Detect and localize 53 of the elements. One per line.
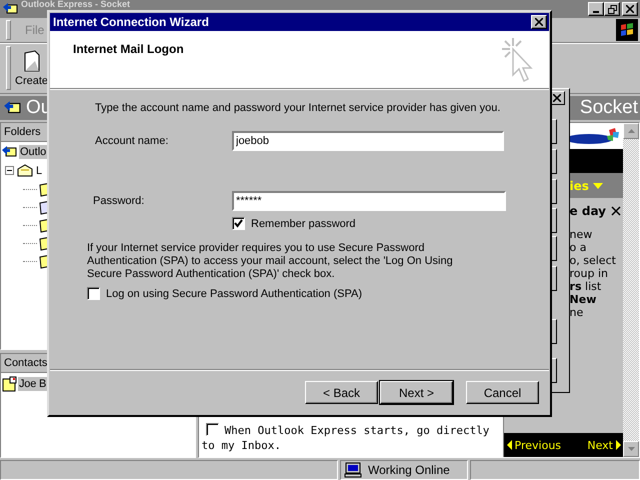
right-arrow-icon [616,440,621,450]
scrollbar[interactable] [623,123,639,457]
instruction-text: Type the account name and password your Internet service provider has given you. [95,102,502,114]
contact-item[interactable]: Joe B [18,377,48,391]
tip-text: new [570,228,594,241]
spa-description: If your Internet service provider requires you to use Secure Password Authentication (SPA) to access your mail account, select the 'Log On Using Secure Password Authentication (SPA)' check box. [87,242,454,281]
tree-item[interactable]: L [36,164,42,176]
tip-text: o, select [570,254,617,267]
password-field[interactable]: ****** [232,191,506,211]
close-button[interactable] [531,15,547,29]
scroll-up-icon [628,129,634,133]
checkbox[interactable] [232,217,245,230]
close-icon [626,5,634,13]
header-location: Socket [580,97,638,119]
restore-button[interactable] [604,2,620,16]
field-label: Password: [93,195,146,207]
restore-icon [608,4,616,14]
section-title[interactable]: ies [570,178,589,192]
left-arrow-icon [506,440,512,450]
close-icon[interactable] [611,206,621,216]
tip-text: ne [570,306,584,319]
toolbar-button[interactable]: Create [15,49,48,87]
mailbox-icon [16,162,34,178]
windows-logo-icon [616,19,638,41]
close-icon [535,18,543,26]
dialog-button[interactable]: < Back [305,381,378,404]
tip-text: New [570,293,598,306]
checkbox-label: Log on using Secure Password Authentication (SPA) [106,288,362,300]
dropdown-arrow-icon [592,182,603,188]
next-link[interactable]: Next [587,438,621,452]
tip-text: rs list [570,280,602,293]
app-icon [1,144,17,160]
close-button[interactable] [622,2,638,16]
inbox-option[interactable]: When Outlook Express starts, go directly to my Inbox. [198,423,503,457]
tip-text: o a [570,241,588,254]
checkbox-label: Remember password [251,218,356,230]
close-icon [553,94,561,102]
dialog-button[interactable]: Cancel [466,381,539,404]
page-heading: Internet Mail Logon [73,42,184,56]
account-name-field[interactable]: joebob [232,131,504,151]
previous-link[interactable]: Previous [506,438,562,452]
dialog-button[interactable]: Next > [380,381,453,404]
window-title: Outlook Express - Socket [21,0,130,9]
tip-text: roup in [570,267,610,280]
minimize-button[interactable] [588,2,604,16]
checkbox[interactable] [87,287,100,300]
dialog-title: Internet Connection Wizard [53,15,209,29]
tip-title: e day [570,204,606,218]
collapse-toggle[interactable] [5,166,14,175]
tree-item[interactable]: Outlo [19,144,48,158]
new-page-icon [22,49,42,73]
scroll-down-icon [628,447,634,451]
status-text: Working Online [368,463,450,477]
